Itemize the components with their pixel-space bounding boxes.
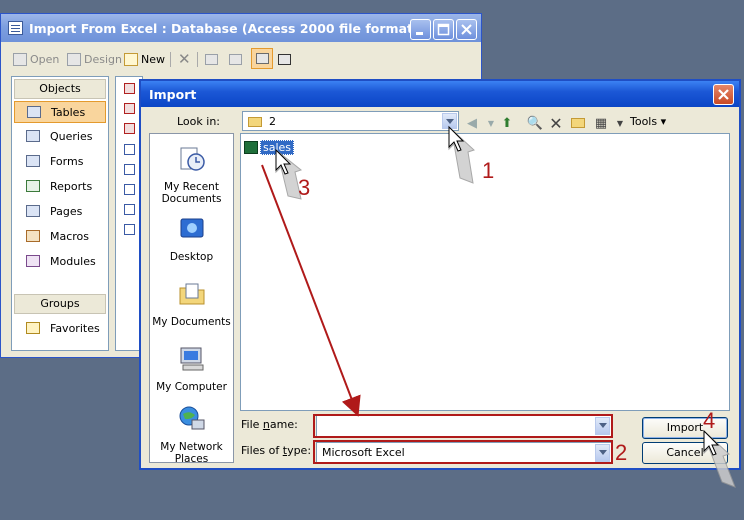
report-icon (26, 180, 40, 192)
table-item-icon[interactable] (124, 144, 135, 155)
object-queries[interactable]: Queries (14, 125, 106, 147)
table-item-icon[interactable] (124, 184, 135, 195)
file-name-highlight (313, 414, 613, 438)
recent-documents-icon (180, 147, 205, 171)
group-favorites[interactable]: Favorites (14, 317, 106, 339)
details-view-icon[interactable] (278, 50, 294, 68)
form-icon (26, 155, 40, 167)
chevron-down-icon[interactable] (442, 113, 457, 129)
objects-bar: Objects Tables Queries Forms Reports Pag… (11, 76, 109, 351)
design-icon (67, 52, 81, 66)
search-web-icon[interactable]: 🔍 (526, 114, 544, 132)
object-pages[interactable]: Pages (14, 200, 106, 222)
views-dropdown-icon[interactable]: ▼ (611, 114, 629, 132)
query-icon (26, 130, 40, 142)
file-item-sales[interactable]: sales (244, 139, 295, 155)
table-item-icon[interactable] (124, 204, 135, 215)
places-bar: My Recent Documents Desktop My Documents … (149, 133, 234, 465)
toolbar-separator (197, 52, 198, 67)
design-button[interactable]: Design (67, 50, 122, 68)
favorites-icon (26, 322, 40, 334)
groups-header: Groups (14, 294, 106, 314)
small-icons-view-icon[interactable] (229, 50, 245, 68)
list-view-icon[interactable] (251, 48, 273, 69)
look-in-combo[interactable]: 2 (242, 111, 459, 131)
place-recent-documents[interactable]: My Recent Documents (150, 144, 233, 205)
maximize-button[interactable] (433, 19, 454, 40)
import-dialog: Import Look in: 2 ◀ ▼ ⬆ 🔍 ✕ ▦ ▼ Tools ▾ … (139, 79, 741, 470)
views-icon[interactable]: ▦ (592, 114, 610, 132)
table-icon (27, 106, 41, 118)
database-title: Import From Excel : Database (Access 200… (29, 21, 419, 36)
back-icon[interactable]: ◀ (463, 114, 481, 132)
object-modules[interactable]: Modules (14, 250, 106, 272)
object-forms[interactable]: Forms (14, 150, 106, 172)
place-desktop[interactable]: Desktop (150, 214, 233, 263)
desktop-icon (180, 218, 203, 238)
database-toolbar: Open Design New ✕ (7, 48, 477, 70)
create-table-shortcut-icon[interactable] (124, 103, 135, 114)
table-item-icon[interactable] (124, 164, 135, 175)
up-folder-icon[interactable]: ⬆ (498, 114, 516, 132)
look-in-value: 2 (269, 115, 276, 128)
delete-icon[interactable]: ✕ (178, 50, 191, 68)
file-type-label: Files of type: (241, 444, 312, 457)
look-in-label: Look in: (177, 115, 220, 128)
file-type-highlight (313, 440, 613, 464)
create-table-shortcut-icon[interactable] (124, 83, 135, 94)
network-places-icon (179, 406, 204, 430)
minimize-button[interactable] (410, 19, 431, 40)
file-name: sales (260, 139, 295, 155)
dialog-close-button[interactable] (713, 84, 734, 105)
new-icon (124, 52, 138, 66)
close-button[interactable] (456, 19, 477, 40)
cancel-button[interactable]: Cancel (642, 442, 728, 464)
tools-menu[interactable]: Tools ▾ (630, 115, 666, 128)
import-title-bar[interactable]: Import (141, 81, 739, 107)
macro-icon (26, 230, 40, 242)
excel-file-icon (244, 140, 258, 154)
step-3-label: 3 (298, 175, 311, 200)
table-item-icon[interactable] (124, 224, 135, 235)
new-folder-icon[interactable] (569, 114, 587, 132)
folder-icon (248, 117, 262, 127)
file-name-label: File name: (241, 418, 298, 431)
page-icon (26, 205, 40, 217)
import-title: Import (149, 87, 197, 102)
place-my-computer[interactable]: My Computer (150, 344, 233, 393)
step-2-label: 2 (615, 440, 628, 465)
place-my-documents[interactable]: My Documents (150, 279, 233, 328)
place-network-places[interactable]: My Network Places (150, 404, 233, 465)
new-button[interactable]: New (124, 50, 165, 68)
open-icon (13, 52, 27, 66)
my-computer-icon (180, 347, 203, 371)
my-documents-icon (179, 283, 204, 305)
objects-header: Objects (14, 79, 106, 99)
open-button[interactable]: Open (13, 50, 59, 68)
delete-icon[interactable]: ✕ (547, 114, 565, 133)
step-1-label: 1 (482, 158, 495, 183)
module-icon (26, 255, 40, 267)
create-table-shortcut-icon[interactable] (124, 123, 135, 134)
object-tables[interactable]: Tables (14, 101, 106, 123)
object-reports[interactable]: Reports (14, 175, 106, 197)
toolbar-separator (170, 52, 171, 67)
step-4-label: 4 (703, 408, 716, 433)
database-icon (8, 21, 23, 35)
object-macros[interactable]: Macros (14, 225, 106, 247)
database-title-bar[interactable]: Import From Excel : Database (Access 200… (1, 14, 481, 42)
large-icons-view-icon[interactable] (205, 50, 221, 68)
